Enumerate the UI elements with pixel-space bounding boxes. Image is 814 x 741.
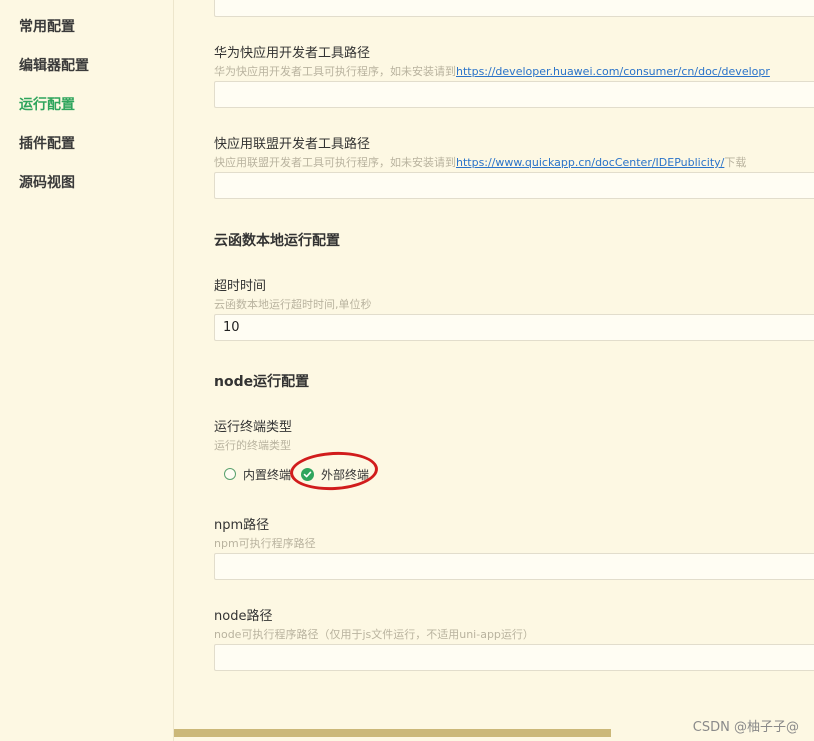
timeout-title: 超时时间: [214, 279, 267, 294]
csdn-watermark: CSDN @柚子子@: [692, 720, 799, 735]
node-path-title: node路径: [214, 609, 273, 624]
settings-main: 华为快应用开发者工具路径 华为快应用开发者工具可执行程序，如未安装请到https…: [174, 0, 814, 741]
npm-path-title: npm路径: [214, 518, 270, 533]
huawei-tool-path-input[interactable]: [214, 81, 814, 108]
sidebar-item-run[interactable]: 运行配置: [19, 95, 75, 115]
red-annotation-circle: [289, 449, 379, 493]
huawei-tool-path-desc: 华为快应用开发者工具可执行程序，如未安装请到https://developer.…: [214, 64, 770, 80]
npm-path-input[interactable]: [214, 553, 814, 580]
cloud-function-section-title: 云函数本地运行配置: [214, 233, 340, 249]
huawei-download-link[interactable]: https://developer.huawei.com/consumer/cn…: [456, 65, 770, 78]
quickapp-desc-suffix: 下载: [724, 156, 747, 169]
horizontal-scrollbar[interactable]: [174, 729, 611, 737]
sidebar-item-editor[interactable]: 编辑器配置: [19, 56, 89, 76]
sidebar-item-plugins[interactable]: 插件配置: [19, 134, 75, 154]
huawei-tool-path-title: 华为快应用开发者工具路径: [214, 46, 371, 61]
node-path-input[interactable]: [214, 644, 814, 671]
timeout-input[interactable]: 10: [214, 314, 814, 341]
quickapp-desc-text: 快应用联盟开发者工具可执行程序，如未安装请到: [214, 156, 456, 169]
npm-path-desc: npm可执行程序路径: [214, 537, 316, 550]
sidebar-item-source-view[interactable]: 源码视图: [19, 173, 75, 193]
terminal-type-desc: 运行的终端类型: [214, 439, 291, 452]
settings-sidebar: 常用配置 编辑器配置 运行配置 插件配置 源码视图: [0, 0, 174, 741]
quickapp-tool-path-title: 快应用联盟开发者工具路径: [214, 137, 371, 152]
radio-builtin-terminal[interactable]: 内置终端: [224, 465, 291, 483]
node-path-desc: node可执行程序路径（仅用于js文件运行，不适用uni-app运行）: [214, 628, 534, 641]
radio-builtin-label: 内置终端: [243, 467, 292, 482]
huawei-desc-text: 华为快应用开发者工具可执行程序，如未安装请到: [214, 65, 456, 78]
radio-unchecked-icon: [224, 468, 236, 480]
node-section-title: node运行配置: [214, 374, 310, 390]
terminal-type-title: 运行终端类型: [214, 420, 293, 435]
quickapp-tool-path-input[interactable]: [214, 172, 814, 199]
quickapp-tool-path-desc: 快应用联盟开发者工具可执行程序，如未安装请到https://www.quicka…: [214, 155, 746, 171]
top-input-field[interactable]: [214, 0, 814, 17]
sidebar-item-common[interactable]: 常用配置: [19, 17, 75, 37]
timeout-desc: 云函数本地运行超时时间,单位秒: [214, 298, 372, 311]
quickapp-download-link[interactable]: https://www.quickapp.cn/docCenter/IDEPub…: [456, 156, 724, 169]
